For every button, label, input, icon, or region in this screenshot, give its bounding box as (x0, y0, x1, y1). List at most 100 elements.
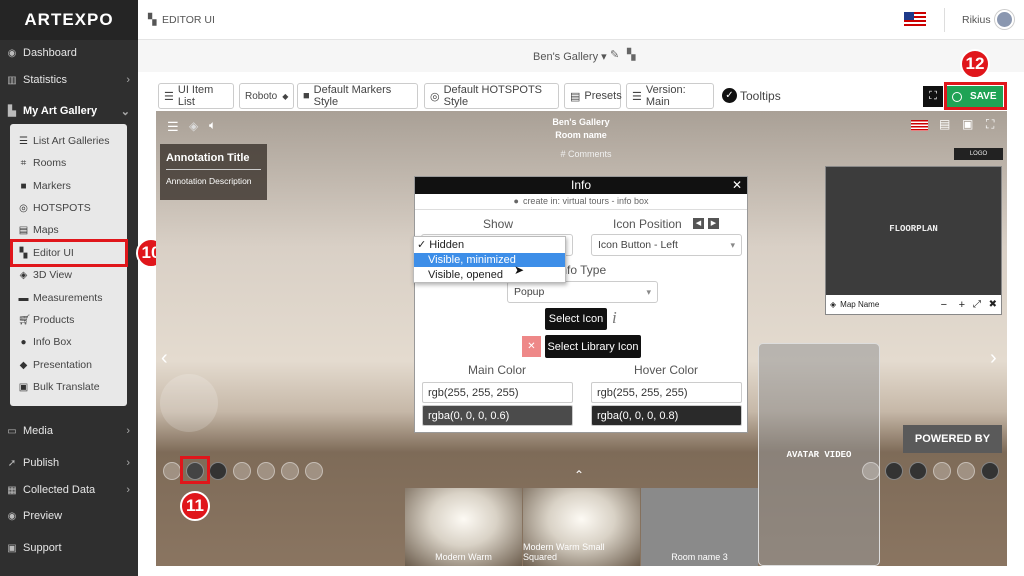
vr-icon[interactable] (909, 462, 927, 480)
cart-icon: 🛒︎ (18, 314, 31, 326)
viewer-gallery-name: Ben's Gallery (552, 117, 610, 127)
zoom-out-icon[interactable]: − (941, 299, 947, 311)
prev-arrow-icon[interactable]: ‹ (161, 347, 168, 370)
logo-placeholder: LOGO (954, 148, 1003, 160)
us-flag-icon[interactable] (911, 120, 928, 131)
hover-color-label: Hover Color (634, 363, 699, 377)
sidebar-item-collected-data[interactable]: ▦ Collected Data › (0, 478, 138, 502)
chevron-up-icon[interactable]: ⌃ (574, 468, 584, 482)
info-icon: ● (513, 196, 519, 206)
layers-icon: ◈ (830, 300, 837, 309)
hover-color-input[interactable]: rgb(255, 255, 255) (591, 382, 742, 403)
avatar-video-panel[interactable]: AVATAR VIDEO (758, 343, 880, 566)
arrow-right-icon[interactable]: ▶ (708, 218, 719, 229)
fullscreen-icon[interactable]: ⛶ (923, 86, 943, 107)
joystick-pad[interactable] (160, 374, 218, 432)
avatar[interactable] (995, 10, 1014, 29)
option-hidden[interactable]: ✓ Hidden (414, 238, 565, 252)
markers-icon: ■ (20, 180, 27, 192)
sidebar: ARTEXPO ◉ Dashboard ▥ Statistics › ▙ My Art … (0, 0, 138, 576)
walk-icon[interactable] (981, 462, 999, 480)
submenu-products[interactable]: 🛒︎ Products (18, 310, 126, 330)
camera-icon[interactable] (933, 462, 951, 480)
gallery-icon[interactable] (209, 462, 227, 480)
info-icon[interactable] (305, 462, 323, 480)
show-dropdown-list: ✓ Hidden Visible, minimized Visible, ope… (413, 236, 566, 283)
submenu-info-box[interactable]: ● Info Box (18, 332, 126, 352)
close-icon[interactable]: ✖ (989, 299, 997, 310)
comments-label[interactable]: # Comments (546, 149, 626, 159)
share-icon[interactable] (233, 462, 251, 480)
support-icon: ▣ (7, 542, 17, 554)
submenu-measurements[interactable]: ▬ Measurements (18, 288, 126, 308)
sidebar-item-media[interactable]: ▭ Media › (0, 419, 138, 443)
arrow-left-icon[interactable]: ◀ (693, 218, 704, 229)
select-icon-button[interactable]: Select Icon (545, 308, 607, 330)
submenu-hotspots[interactable]: ◎ HOTSPOTS (18, 198, 126, 218)
clear-icon-button[interactable]: ✕ (522, 336, 541, 357)
chevron-down-icon: ▾ (730, 239, 735, 250)
sidebar-item-preview[interactable]: ◉ Preview (0, 504, 138, 528)
version-button[interactable]: ☰ Version: Main (626, 83, 714, 109)
sidebar-item-support[interactable]: ▣ Support (0, 536, 138, 560)
sidebar-item-statistics[interactable]: ▥ Statistics › (0, 68, 138, 92)
presets-button[interactable]: ▤ Presets (564, 83, 622, 109)
floorplan-panel[interactable]: FLOORPLAN ◈ Map Name − + ⤢ ✖ (825, 166, 1002, 315)
main-color-input[interactable]: rgb(255, 255, 255) (422, 382, 573, 403)
close-icon[interactable]: ✕ (732, 177, 742, 194)
mic-icon[interactable] (163, 462, 181, 480)
photo-icon[interactable] (257, 462, 275, 480)
next-arrow-icon[interactable]: › (990, 347, 997, 370)
expand-icon[interactable]: ⤢ (973, 299, 981, 310)
info-type-select[interactable]: Popup ▾ (507, 281, 658, 303)
hotspot-icon: ◎ (430, 90, 440, 103)
select-library-icon-button[interactable]: Select Library Icon (545, 335, 641, 358)
option-visible-minimized[interactable]: Visible, minimized (414, 253, 565, 267)
floorplan-icon[interactable]: ▣ (962, 117, 973, 131)
room-thumb-3[interactable]: Room name 3 (641, 488, 758, 566)
submenu-3d-view[interactable]: ◈ 3D View (18, 265, 126, 285)
menu-icon[interactable]: ☰ (167, 119, 179, 135)
person-icon[interactable] (957, 462, 975, 480)
chat-icon[interactable] (281, 462, 299, 480)
fullscreen-icon[interactable]: ⛶ (986, 117, 994, 132)
gallery-select[interactable]: Ben's Gallery ▾ (533, 50, 607, 63)
tooltips-label: Tooltips (740, 89, 781, 103)
layers-icon[interactable]: ◈ (189, 119, 198, 133)
edit-icon[interactable]: ✎ (610, 48, 619, 61)
tooltips-checkbox[interactable]: ✓ (722, 88, 737, 103)
room-thumb-2[interactable]: Modern Warm Small Squared (523, 488, 640, 566)
submenu-maps[interactable]: ▤ Maps (18, 220, 126, 240)
ui-item-list-button[interactable]: ☰ UI Item List (158, 83, 234, 109)
markers-style-button[interactable]: ■ Default Markers Style (297, 83, 418, 109)
font-select[interactable]: Roboto ◆ (239, 83, 294, 109)
us-flag-icon[interactable] (904, 12, 926, 27)
hover-color-alt-input[interactable]: rgba(0, 0, 0, 0.8) (591, 405, 742, 426)
hotspots-style-button[interactable]: ◎ Default HOTSPOTS Style (424, 83, 559, 109)
map-icon[interactable]: ▤ (939, 117, 950, 131)
sidebar-item-my-art-gallery[interactable]: ▙ My Art Gallery ⌄ (0, 99, 138, 123)
icon-position-select[interactable]: Icon Button - Left ▾ (591, 234, 742, 256)
viewer-room-name: Room name (555, 130, 607, 140)
sidebar-item-dashboard[interactable]: ◉ Dashboard (0, 41, 138, 65)
user-name[interactable]: Rikius (962, 14, 991, 26)
sidebar-item-publish[interactable]: ➚ Publish › (0, 451, 138, 475)
powered-by-badge[interactable]: POWERED BY (903, 425, 1002, 453)
gallery-icon: ▙ (8, 105, 16, 117)
submenu-markers[interactable]: ■ Markers (18, 176, 126, 196)
zoom-in-icon[interactable]: + (959, 299, 965, 311)
ruler-icon: ▬ (18, 292, 29, 304)
help-icon[interactable] (862, 462, 880, 480)
speaker-icon[interactable]: 🔈︎ (209, 118, 216, 133)
submenu-list-art-galleries[interactable]: ☰ List Art Galleries (18, 131, 126, 151)
submenu-presentation[interactable]: ◆ Presentation (18, 355, 126, 375)
option-visible-opened[interactable]: Visible, opened (414, 268, 565, 282)
editor-icon[interactable]: ▚ (627, 48, 635, 61)
submenu-rooms[interactable]: ⌗ Rooms (18, 153, 126, 173)
translate-icon: ▣ (18, 381, 29, 393)
artexpo-logo[interactable]: ARTEXPO (0, 0, 138, 40)
location-icon[interactable] (885, 462, 903, 480)
room-thumb-1[interactable]: Modern Warm (405, 488, 522, 566)
main-color-alt-input[interactable]: rgba(0, 0, 0, 0.6) (422, 405, 573, 426)
submenu-bulk-translate[interactable]: ▣ Bulk Translate (18, 377, 126, 397)
